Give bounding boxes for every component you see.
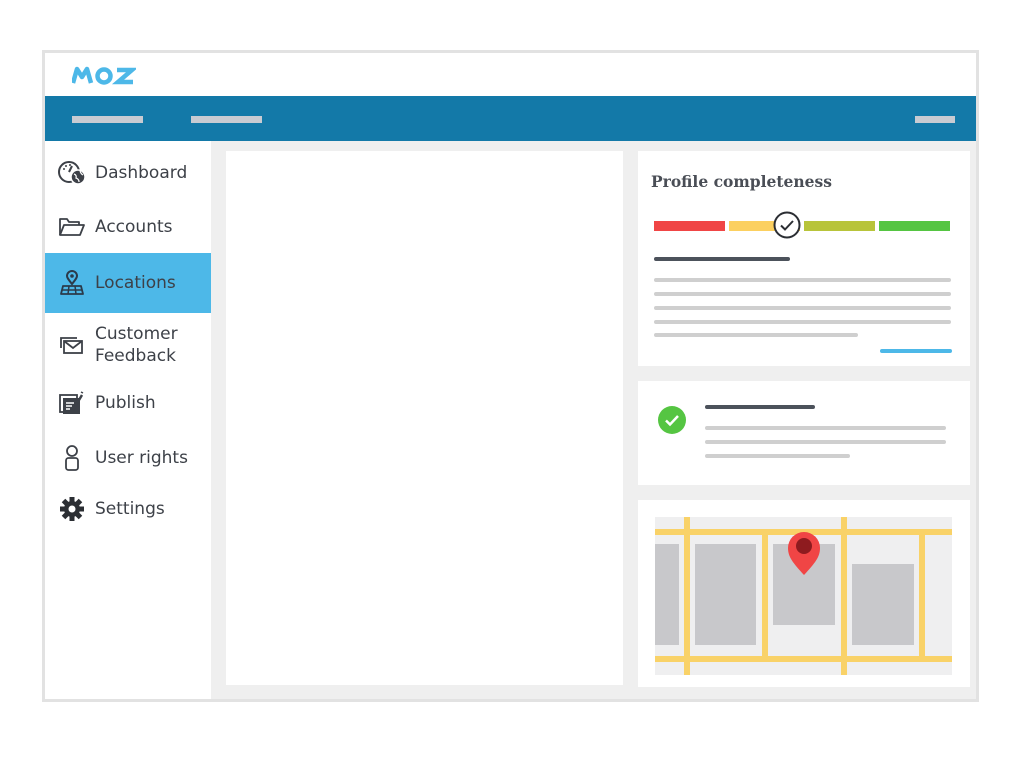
nav-item-placeholder-1[interactable] xyxy=(72,116,143,123)
status-card xyxy=(638,381,970,485)
envelope-icon xyxy=(57,332,87,358)
sidebar-item-label: Locations xyxy=(95,273,176,293)
text-placeholder-line xyxy=(654,278,951,282)
text-placeholder-line xyxy=(654,292,951,296)
progress-segment-olive xyxy=(804,221,875,231)
sidebar-item-label: Publish xyxy=(95,393,156,413)
check-circle-icon xyxy=(658,406,686,434)
app-window: Dashboard Accounts Locations Customer Fe… xyxy=(42,50,979,702)
sidebar-item-label: Customer Feedback xyxy=(95,324,178,366)
sidebar-item-customer-feedback[interactable]: Customer Feedback xyxy=(45,315,211,375)
map-road xyxy=(841,517,847,675)
progress-marker[interactable] xyxy=(773,211,801,239)
text-placeholder-line xyxy=(654,333,858,337)
nav-item-placeholder-right[interactable] xyxy=(915,116,955,123)
map-road xyxy=(655,656,952,662)
map-block xyxy=(695,544,756,645)
gear-icon xyxy=(57,496,87,522)
user-icon xyxy=(57,445,87,471)
text-placeholder-line xyxy=(654,320,951,324)
sidebar-item-label: Settings xyxy=(95,499,165,519)
folder-icon xyxy=(57,214,87,240)
card-title: Profile completeness xyxy=(651,172,832,191)
sidebar-item-label: Accounts xyxy=(95,217,173,237)
main-content-panel xyxy=(226,151,623,685)
text-placeholder-line xyxy=(654,306,951,310)
sidebar-item-accounts[interactable]: Accounts xyxy=(45,201,211,253)
text-placeholder-line xyxy=(705,426,946,430)
map-road xyxy=(762,535,768,662)
moz-logo-icon xyxy=(70,66,139,85)
check-circle-icon xyxy=(773,211,801,239)
nav-item-placeholder-2[interactable] xyxy=(191,116,262,123)
sidebar-item-label: User rights xyxy=(95,448,188,468)
location-map-icon xyxy=(57,270,87,296)
map-road xyxy=(684,517,690,675)
nav-bar xyxy=(45,96,976,141)
progress-segment-green xyxy=(879,221,950,231)
moz-logo[interactable] xyxy=(70,66,139,91)
sidebar: Dashboard Accounts Locations Customer Fe… xyxy=(45,141,211,699)
sidebar-item-label: Dashboard xyxy=(95,163,188,183)
sidebar-item-dashboard[interactable]: Dashboard xyxy=(45,147,211,199)
profile-completeness-card: Profile completeness xyxy=(638,151,970,366)
publish-icon xyxy=(57,390,87,416)
location-map[interactable] xyxy=(655,517,952,675)
dashboard-icon xyxy=(57,160,87,186)
sidebar-item-locations[interactable]: Locations xyxy=(45,253,211,313)
map-block xyxy=(852,564,914,645)
text-placeholder-line xyxy=(705,440,946,444)
top-bar xyxy=(45,53,976,96)
map-card xyxy=(638,500,970,687)
sidebar-item-publish[interactable]: Publish xyxy=(45,379,211,427)
text-placeholder-heading xyxy=(654,257,790,261)
link-placeholder[interactable] xyxy=(880,349,952,353)
text-placeholder-heading xyxy=(705,405,815,409)
sidebar-item-user-rights[interactable]: User rights xyxy=(45,431,211,485)
map-block xyxy=(655,544,679,645)
progress-segment-red xyxy=(654,221,725,231)
sidebar-item-settings[interactable]: Settings xyxy=(45,485,211,533)
map-road xyxy=(919,535,925,662)
text-placeholder-line xyxy=(705,454,850,458)
